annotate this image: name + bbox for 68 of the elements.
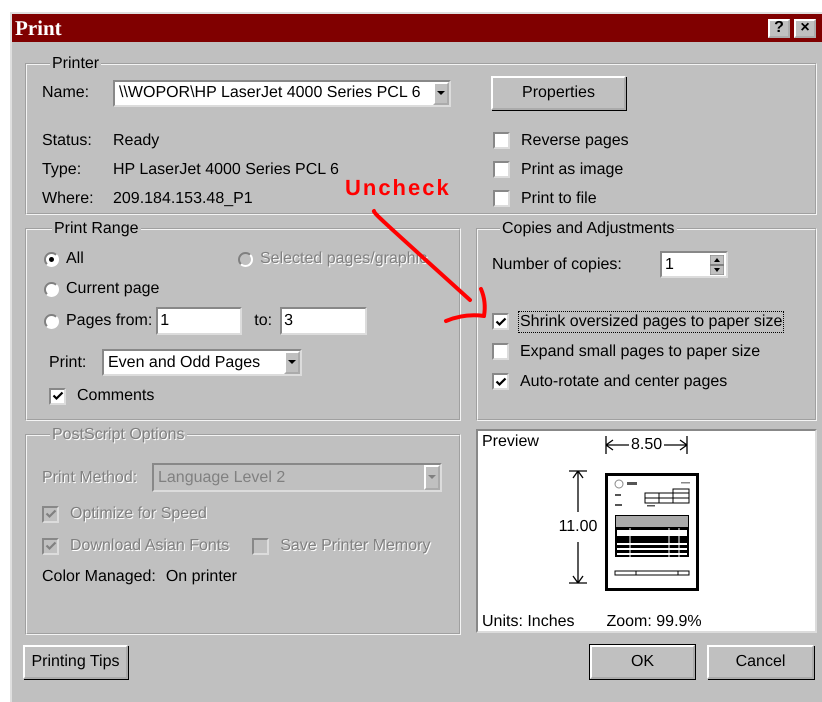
checkbox[interactable] bbox=[492, 313, 509, 330]
height-dimension: 11.00 bbox=[558, 517, 598, 537]
down-arrow-icon bbox=[567, 542, 589, 584]
radio-label[interactable]: All bbox=[65, 249, 85, 269]
group-title: Printer bbox=[51, 56, 100, 72]
print-dropdown[interactable]: Even and Odd Pages bbox=[102, 349, 302, 376]
printer-dropdown[interactable]: \\WOPOR\HP LaserJet 4000 Series PCL 6 bbox=[113, 80, 451, 106]
radio-label[interactable]: Current page bbox=[65, 279, 160, 299]
up-arrow-icon bbox=[567, 470, 589, 512]
group-title: PostScript Options bbox=[51, 427, 186, 443]
check-mark-icon bbox=[44, 508, 56, 520]
info-value: 209.184.153.48_P1 bbox=[113, 190, 253, 208]
units-label: Units: Inches bbox=[482, 613, 574, 631]
info-value: On printer bbox=[166, 568, 237, 586]
checkbox-label[interactable]: Print as image bbox=[520, 160, 624, 180]
properties-button[interactable]: Properties bbox=[491, 76, 626, 110]
info-value: HP LaserJet 4000 Series PCL 6 bbox=[113, 160, 339, 178]
window-title: Print bbox=[15, 16, 62, 40]
group-title: Print Range bbox=[53, 221, 140, 237]
checkbox[interactable] bbox=[492, 373, 509, 390]
check-mark-icon bbox=[52, 390, 64, 402]
page-to-field[interactable]: 3 bbox=[280, 307, 368, 335]
info-label: Status: bbox=[42, 132, 93, 150]
check-mark-icon bbox=[494, 316, 506, 328]
check-mark-icon bbox=[44, 540, 56, 552]
checkbox[interactable] bbox=[493, 190, 510, 207]
info-label: Type: bbox=[42, 160, 82, 178]
radio-button[interactable] bbox=[44, 282, 59, 296]
check-mark-icon bbox=[494, 376, 506, 388]
ok-button[interactable]: OK bbox=[590, 645, 695, 679]
group-title: Copies and Adjustments bbox=[501, 221, 676, 237]
checkbox[interactable] bbox=[492, 343, 509, 360]
width-dimension: 8.50 bbox=[631, 436, 662, 454]
checkbox[interactable] bbox=[493, 161, 510, 178]
info-label: Where: bbox=[42, 190, 95, 208]
cancel-button[interactable]: Cancel bbox=[707, 645, 814, 679]
close-button[interactable]: × bbox=[794, 18, 816, 38]
field-label: Print Method: bbox=[42, 468, 138, 486]
radio-label[interactable]: Pages from: bbox=[65, 311, 154, 331]
page-from-field[interactable]: 1 bbox=[156, 307, 242, 335]
spin-arrows-icon bbox=[710, 254, 724, 274]
zoom-label: Zoom: 99.9% bbox=[606, 613, 702, 631]
caret-icon bbox=[288, 360, 296, 365]
checkbox[interactable] bbox=[493, 132, 510, 149]
caret-icon bbox=[428, 475, 436, 480]
printing-tips-button[interactable]: Printing Tips bbox=[23, 645, 128, 679]
checkbox-label[interactable]: Comments bbox=[76, 386, 156, 406]
annotation-text: Uncheck bbox=[345, 175, 451, 201]
left-arrow-icon bbox=[605, 434, 629, 456]
preview-title: Preview bbox=[482, 433, 539, 451]
field-label: Number of copies: bbox=[492, 256, 623, 274]
right-arrow-icon bbox=[664, 434, 688, 456]
checkbox-label[interactable]: Shrink oversized pages to paper size bbox=[519, 312, 784, 332]
caret-icon bbox=[437, 90, 445, 96]
radio-button[interactable] bbox=[44, 314, 59, 328]
field-label: to: bbox=[254, 312, 272, 330]
checkbox-label[interactable]: Expand small pages to paper size bbox=[519, 342, 762, 362]
help-button[interactable]: ? bbox=[768, 18, 790, 38]
checkbox-label[interactable]: Print to file bbox=[520, 188, 598, 208]
checkbox[interactable] bbox=[49, 388, 66, 404]
radio-button[interactable] bbox=[44, 252, 59, 266]
checkbox-label[interactable]: Auto-rotate and center pages bbox=[519, 372, 728, 392]
info-value: Ready bbox=[113, 132, 160, 150]
info-label: Color Managed: bbox=[42, 568, 156, 586]
copies-spinner[interactable]: 1 bbox=[660, 251, 728, 278]
checkbox-label[interactable]: Reverse pages bbox=[520, 130, 630, 150]
field-label: Print: bbox=[49, 354, 88, 372]
field-label: Name: bbox=[42, 84, 90, 102]
